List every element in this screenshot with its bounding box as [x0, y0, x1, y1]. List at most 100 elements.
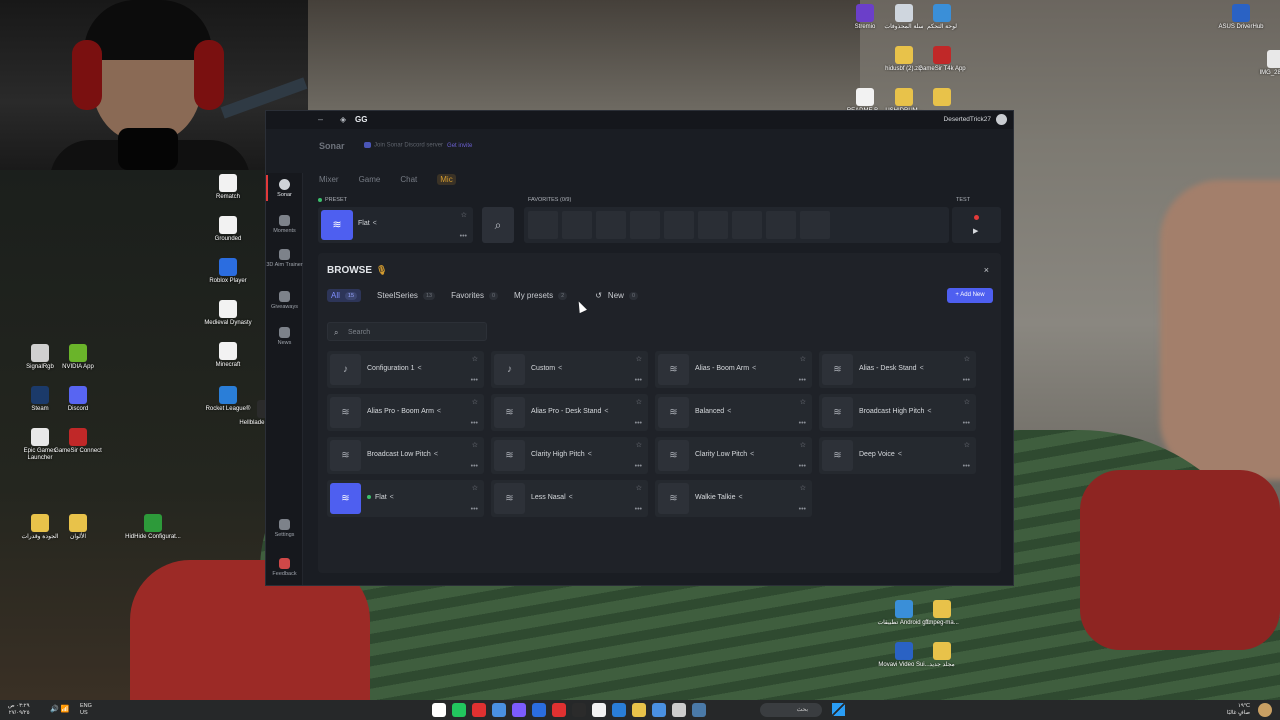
tab-mic[interactable]: Mic — [437, 174, 456, 185]
share-icon[interactable]: < — [373, 220, 377, 227]
more-options-icon[interactable]: ••• — [635, 420, 642, 427]
taskbar-app-icon[interactable] — [672, 703, 686, 717]
tab-mixer[interactable]: Mixer — [319, 175, 339, 185]
taskbar-app-icon[interactable] — [612, 703, 626, 717]
filter-all[interactable]: All 15 — [327, 289, 362, 302]
taskbar-app-icon[interactable] — [692, 703, 706, 717]
star-icon[interactable]: ☆ — [472, 484, 478, 492]
desktop-icon[interactable]: Discord — [50, 386, 106, 413]
favorite-slot[interactable] — [732, 211, 762, 239]
desktop-icon[interactable]: IMG_2802... — [1248, 50, 1280, 77]
more-options-icon[interactable]: ••• — [799, 420, 806, 427]
more-options-icon[interactable]: ••• — [471, 506, 478, 513]
preset-card[interactable]: ≋ Alias Pro - Desk Stand < ☆ ••• — [491, 394, 648, 431]
favorite-slot[interactable] — [596, 211, 626, 239]
favorite-slot[interactable] — [562, 211, 592, 239]
close-icon[interactable]: × — [984, 265, 989, 275]
preset-card[interactable]: ≋ Broadcast Low Pitch < ☆ ••• — [327, 437, 484, 474]
sidebar-item-giveaways[interactable]: Giveaways — [266, 291, 303, 310]
star-icon[interactable]: ☆ — [800, 398, 806, 406]
favorite-slot[interactable] — [766, 211, 796, 239]
share-icon[interactable]: < — [588, 451, 592, 458]
filter-favorites[interactable]: Favorites 0 — [451, 291, 499, 300]
play-icon[interactable]: ▶ — [973, 227, 978, 235]
more-options-icon[interactable]: ••• — [963, 420, 970, 427]
favorite-slot[interactable] — [630, 211, 660, 239]
star-icon[interactable]: ☆ — [636, 441, 642, 449]
star-icon[interactable]: ☆ — [461, 211, 467, 219]
preset-card[interactable]: ≋ Broadcast High Pitch < ☆ ••• — [819, 394, 976, 431]
share-icon[interactable]: < — [927, 408, 931, 415]
desktop-icon[interactable]: ASUS DriverHub — [1213, 4, 1269, 31]
taskbar-app-icon[interactable] — [512, 703, 526, 717]
sidebar-item-settings[interactable]: Settings — [266, 519, 303, 538]
taskbar-app-icon[interactable] — [472, 703, 486, 717]
tab-game[interactable]: Game — [359, 175, 381, 185]
preset-card[interactable]: ≋ Clarity Low Pitch < ☆ ••• — [655, 437, 812, 474]
star-icon[interactable]: ☆ — [800, 484, 806, 492]
more-options-icon[interactable]: ••• — [471, 377, 478, 384]
desktop-icon[interactable]: لوحة التحكم — [914, 4, 970, 31]
discord-invite-link[interactable]: Get invite — [447, 143, 472, 149]
clock[interactable]: ٠٣:٢٩ ص ٢٧/٠٩/٢٥ — [8, 703, 30, 716]
share-icon[interactable]: < — [569, 494, 573, 501]
desktop-icon[interactable]: GameSir T4k App — [914, 46, 970, 73]
desktop-icon[interactable]: HidHide Configurat... — [125, 514, 181, 541]
more-options-icon[interactable]: ••• — [963, 463, 970, 470]
search-button[interactable]: ⌕ — [482, 207, 514, 243]
preset-card[interactable]: ≋ Deep Voice < ☆ ••• — [819, 437, 976, 474]
taskbar-app-icon[interactable] — [572, 703, 586, 717]
sidebar-item-sonar[interactable]: Sonar — [266, 174, 303, 202]
taskbar-app-icon[interactable] — [592, 703, 606, 717]
taskbar-app-icon[interactable] — [492, 703, 506, 717]
tab-chat[interactable]: Chat — [400, 175, 417, 185]
taskbar-app-icon[interactable] — [552, 703, 566, 717]
desktop-icon[interactable]: Minecraft — [200, 342, 256, 369]
share-icon[interactable]: < — [417, 365, 421, 372]
minimize-button[interactable]: – — [318, 114, 323, 124]
more-options-icon[interactable]: ••• — [471, 420, 478, 427]
desktop-icon[interactable]: Medieval Dynasty — [200, 300, 256, 327]
more-options-icon[interactable]: ••• — [963, 377, 970, 384]
windows-start-icon[interactable] — [832, 703, 845, 716]
preset-card[interactable]: ♪ Configuration 1 < ☆ ••• — [327, 351, 484, 388]
desktop-icon[interactable]: GameSir Connect — [50, 428, 106, 455]
star-icon[interactable]: ☆ — [964, 441, 970, 449]
more-options-icon[interactable]: ••• — [635, 463, 642, 470]
share-icon[interactable]: < — [920, 365, 924, 372]
sidebar-item-feedback[interactable]: Feedback — [266, 558, 303, 577]
desktop-icon[interactable]: Grounded — [200, 216, 256, 243]
preset-card[interactable]: ≋ Balanced < ☆ ••• — [655, 394, 812, 431]
desktop-icon[interactable]: Roblox Player — [200, 258, 256, 285]
star-icon[interactable]: ☆ — [636, 484, 642, 492]
filter-new[interactable]: ↺ New 0 — [595, 291, 638, 300]
star-icon[interactable]: ☆ — [472, 355, 478, 363]
more-options-icon[interactable]: ••• — [635, 377, 642, 384]
star-icon[interactable]: ☆ — [636, 398, 642, 406]
share-icon[interactable]: < — [437, 408, 441, 415]
preset-card[interactable]: ≋ Alias - Boom Arm < ☆ ••• — [655, 351, 812, 388]
share-icon[interactable]: < — [604, 408, 608, 415]
preset-card[interactable]: ≋ Alias - Desk Stand < ☆ ••• — [819, 351, 976, 388]
share-icon[interactable]: < — [434, 451, 438, 458]
username[interactable]: DesertedTrick27 — [944, 116, 991, 123]
share-icon[interactable]: < — [390, 494, 394, 501]
preset-card[interactable]: ≋ Alias Pro - Boom Arm < ☆ ••• — [327, 394, 484, 431]
preset-card[interactable]: ≋ Clarity High Pitch < ☆ ••• — [491, 437, 648, 474]
search-input[interactable]: ⌕ Search — [327, 322, 487, 341]
desktop-icon[interactable]: مجلد جديد — [914, 642, 970, 669]
taskbar-app-icon[interactable] — [632, 703, 646, 717]
star-icon[interactable]: ☆ — [800, 355, 806, 363]
desktop-icon[interactable]: NVIDIA App — [50, 344, 106, 371]
more-options-icon[interactable]: ••• — [799, 377, 806, 384]
favorite-slot[interactable] — [528, 211, 558, 239]
taskbar-search[interactable]: بحث — [760, 703, 822, 717]
star-icon[interactable]: ☆ — [964, 398, 970, 406]
preset-card[interactable]: ≋ Less Nasal < ☆ ••• — [491, 480, 648, 517]
filter-steelseries[interactable]: SteelSeries 13 — [377, 291, 436, 300]
weather-widget[interactable]: ١٩°C صافٍ غالبًا — [1227, 703, 1250, 716]
desktop-icon[interactable]: Rematch — [200, 174, 256, 201]
share-icon[interactable]: < — [738, 494, 742, 501]
share-icon[interactable]: < — [558, 365, 562, 372]
taskbar-app-icon[interactable] — [532, 703, 546, 717]
